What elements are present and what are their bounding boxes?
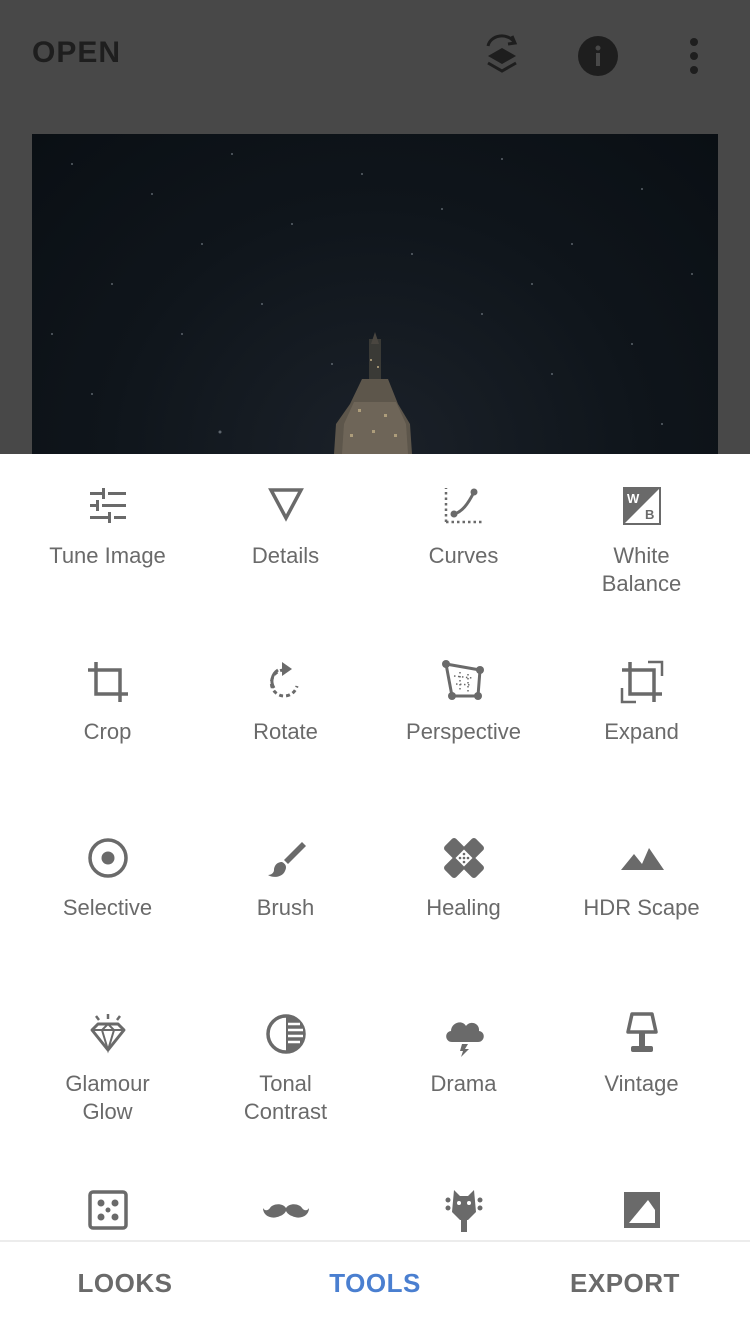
storm-cloud-icon (440, 1010, 488, 1058)
diamond-glow-icon (84, 1010, 132, 1058)
tool-label: Glamour Glow (65, 1071, 150, 1124)
tool-healing[interactable]: Healing (370, 834, 557, 922)
bottom-navigation: LOOKS TOOLS EXPORT (0, 1240, 750, 1334)
tool-label: Perspective (406, 719, 521, 744)
tool-hdr-scape[interactable]: HDR Scape (548, 834, 735, 922)
tool-curves[interactable]: Curves (370, 482, 557, 570)
tool-tune-image[interactable]: Tune Image (14, 482, 201, 570)
tool-label: Details (251, 543, 320, 568)
tool-white-balance[interactable]: W B White Balance (548, 482, 735, 598)
photo-preview[interactable] (32, 134, 718, 454)
photo-preview-area (0, 112, 750, 454)
white-balance-icon: W B (618, 482, 666, 530)
mountains-icon (618, 834, 666, 882)
tab-export[interactable]: EXPORT (500, 1268, 750, 1299)
tool-expand[interactable]: Expand (548, 658, 735, 746)
tool-label: Selective (62, 895, 153, 920)
more-vertical-icon[interactable] (666, 28, 722, 84)
tools-panel: Tune Image Details Curves W B White Bala… (0, 454, 750, 1240)
tonal-contrast-icon (262, 1010, 310, 1058)
top-app-bar: OPEN (0, 0, 750, 112)
guitar-head-icon (440, 1186, 488, 1234)
tool-label: White Balance (601, 543, 682, 596)
tool-label: Tune Image (49, 543, 166, 568)
tool-details[interactable]: Details (192, 482, 379, 570)
tool-vintage[interactable]: Vintage (548, 1010, 735, 1098)
svg-text:B: B (645, 507, 654, 522)
curves-icon (440, 482, 488, 530)
rotate-icon (262, 658, 310, 706)
tool-grunge[interactable] (370, 1186, 557, 1240)
tool-glamour-glow[interactable]: Glamour Glow (14, 1010, 201, 1126)
tool-selective[interactable]: Selective (14, 834, 201, 922)
tool-label: Vintage (604, 1071, 679, 1096)
tool-label: Brush (256, 895, 315, 920)
tab-tools[interactable]: TOOLS (250, 1268, 500, 1299)
tool-label: Expand (604, 719, 679, 744)
tool-frames[interactable] (548, 1186, 735, 1240)
tool-label: Rotate (253, 719, 318, 744)
tool-retrolux[interactable] (192, 1186, 379, 1240)
tab-looks[interactable]: LOOKS (0, 1268, 250, 1299)
tool-label: Healing (426, 895, 501, 920)
tool-label: Crop (83, 719, 132, 744)
svg-text:W: W (627, 491, 640, 506)
tool-label: HDR Scape (583, 895, 700, 920)
frame-icon (618, 1186, 666, 1234)
tool-brush[interactable]: Brush (192, 834, 379, 922)
tool-label: Drama (430, 1071, 497, 1096)
tune-sliders-icon (84, 482, 132, 530)
tool-label: Curves (428, 543, 499, 568)
tool-crop[interactable]: Crop (14, 658, 201, 746)
lamp-icon (618, 1010, 666, 1058)
layers-stack-icon[interactable] (474, 28, 530, 84)
info-icon[interactable] (570, 28, 626, 84)
details-triangle-icon (262, 482, 310, 530)
tool-drama[interactable]: Drama (370, 1010, 557, 1098)
selective-target-icon (84, 834, 132, 882)
tool-perspective[interactable]: Perspective (370, 658, 557, 746)
expand-icon (618, 658, 666, 706)
brush-icon (262, 834, 310, 882)
open-button[interactable]: OPEN (32, 36, 121, 70)
mustache-icon (262, 1186, 310, 1234)
perspective-icon (440, 658, 488, 706)
tool-label: Tonal Contrast (243, 1071, 328, 1124)
tool-tonal-contrast[interactable]: Tonal Contrast (192, 1010, 379, 1126)
healing-bandage-icon (440, 834, 488, 882)
grainy-film-icon (84, 1186, 132, 1234)
tool-rotate[interactable]: Rotate (192, 658, 379, 746)
tool-grainy-film[interactable] (14, 1186, 201, 1240)
crop-icon (84, 658, 132, 706)
